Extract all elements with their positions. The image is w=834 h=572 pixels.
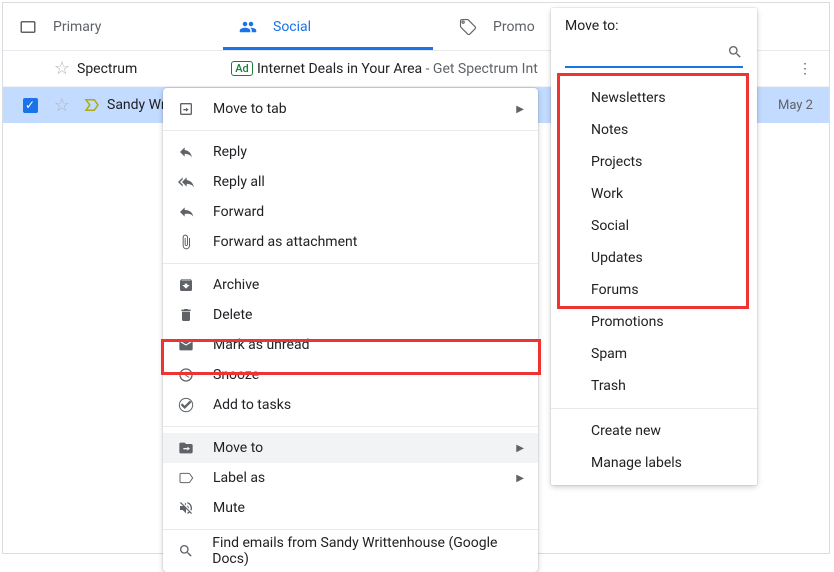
moveto-label-newsletters[interactable]: Newsletters [551, 82, 757, 114]
moveto-label-social[interactable]: Social [551, 210, 757, 242]
tab-social-label: Social [273, 19, 311, 35]
menu-find-emails[interactable]: Find emails from Sandy Writtenhouse (Goo… [163, 536, 538, 566]
label-icon [177, 470, 195, 486]
menu-reply-all[interactable]: Reply all [163, 167, 538, 197]
search-icon [727, 44, 743, 64]
moveto-create-new[interactable]: Create new [551, 415, 757, 447]
moveto-label-promotions[interactable]: Promotions [551, 306, 757, 338]
folder-move-icon [177, 440, 195, 456]
moveto-manage-labels[interactable]: Manage labels [551, 447, 757, 479]
star-icon[interactable] [47, 58, 77, 79]
moveto-label-work[interactable]: Work [551, 178, 757, 210]
menu-add-tasks[interactable]: Add to tasks [163, 390, 538, 420]
chevron-right-icon: ▶ [516, 473, 524, 484]
email-date: May 2 [759, 98, 819, 113]
menu-snooze[interactable]: Snooze [163, 360, 538, 390]
forward-icon [177, 204, 195, 220]
importance-icon[interactable] [77, 96, 107, 114]
tab-primary[interactable]: Primary [3, 3, 223, 50]
move-tab-icon [177, 101, 195, 117]
reply-all-icon [177, 174, 195, 190]
menu-mark-unread[interactable]: Mark as unread [163, 330, 538, 360]
moveto-panel: Move to: Newsletters Notes Projects Work… [551, 8, 757, 485]
archive-icon [177, 277, 195, 293]
attachment-icon [177, 234, 195, 250]
moveto-label-notes[interactable]: Notes [551, 114, 757, 146]
menu-mute[interactable]: Mute [163, 493, 538, 523]
moveto-label-updates[interactable]: Updates [551, 242, 757, 274]
moveto-title: Move to: [551, 8, 757, 38]
moveto-spam[interactable]: Spam [551, 338, 757, 370]
ad-sender: Spectrum [77, 61, 227, 77]
menu-move-to-tab[interactable]: Move to tab ▶ [163, 94, 538, 124]
tab-primary-label: Primary [53, 19, 101, 35]
more-icon[interactable]: ⋮ [791, 61, 819, 77]
moveto-label-projects[interactable]: Projects [551, 146, 757, 178]
moveto-label-forums[interactable]: Forums [551, 274, 757, 306]
chevron-right-icon: ▶ [516, 104, 524, 115]
checkbox[interactable] [13, 98, 47, 113]
menu-move-to[interactable]: Move to ▶ [163, 433, 538, 463]
menu-label-as[interactable]: Label as ▶ [163, 463, 538, 493]
reply-icon [177, 144, 195, 160]
moveto-search-input[interactable] [565, 42, 743, 66]
tab-promotions[interactable]: Promo [443, 3, 551, 50]
tab-social[interactable]: Social [223, 3, 443, 50]
menu-forward-attachment[interactable]: Forward as attachment [163, 227, 538, 257]
tag-icon [459, 18, 477, 36]
moveto-label-list: Newsletters Notes Projects Work Social U… [551, 78, 757, 338]
star-icon[interactable] [47, 95, 77, 116]
inbox-icon [19, 18, 37, 36]
menu-archive[interactable]: Archive [163, 270, 538, 300]
clock-icon [177, 367, 195, 383]
people-icon [239, 18, 257, 36]
task-icon [177, 397, 195, 413]
menu-forward[interactable]: Forward [163, 197, 538, 227]
ad-badge: Ad [227, 61, 257, 76]
tab-promotions-label: Promo [493, 19, 535, 35]
moveto-search[interactable] [565, 42, 743, 68]
chevron-right-icon: ▶ [516, 443, 524, 454]
mute-icon [177, 500, 195, 516]
moveto-trash[interactable]: Trash [551, 370, 757, 402]
menu-delete[interactable]: Delete [163, 300, 538, 330]
trash-icon [177, 307, 195, 323]
context-menu: Move to tab ▶ Reply Reply all Forward Fo… [163, 88, 538, 572]
mail-icon [177, 337, 195, 353]
menu-reply[interactable]: Reply [163, 137, 538, 167]
